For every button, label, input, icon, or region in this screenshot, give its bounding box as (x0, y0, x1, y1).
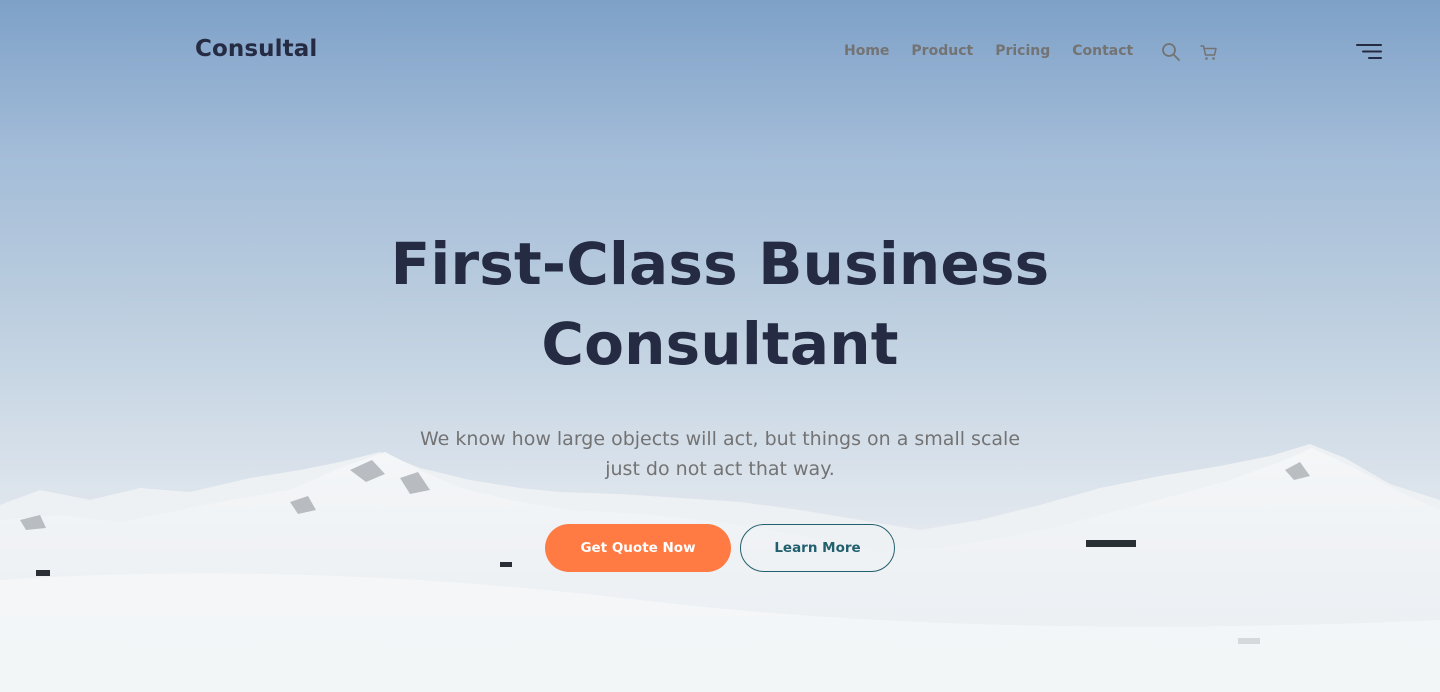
search-icon (1162, 43, 1180, 61)
hero-title-line-2: Consultant (541, 310, 899, 378)
cart-icon (1200, 45, 1217, 60)
nav-item-contact[interactable]: Contact (1072, 43, 1133, 59)
get-quote-button[interactable]: Get Quote Now (545, 524, 731, 572)
nav-item-product[interactable]: Product (911, 43, 973, 59)
nav-item-home[interactable]: Home (844, 43, 889, 59)
main-nav: Home Product Pricing Contact (844, 43, 1133, 59)
search-button[interactable] (1161, 42, 1181, 62)
brand-logo[interactable]: Consultal (195, 36, 317, 62)
nav-item-pricing[interactable]: Pricing (995, 43, 1050, 59)
learn-more-button[interactable]: Learn More (740, 524, 895, 572)
menu-icon (1356, 44, 1382, 59)
menu-button[interactable] (1355, 43, 1383, 61)
hero-title-line-1: First-Class Business (390, 230, 1050, 298)
hero-subtitle: We know how large objects will act, but … (420, 428, 1021, 480)
cart-button[interactable] (1199, 42, 1219, 62)
hero-title: First-Class Business Consultant (0, 224, 1440, 384)
